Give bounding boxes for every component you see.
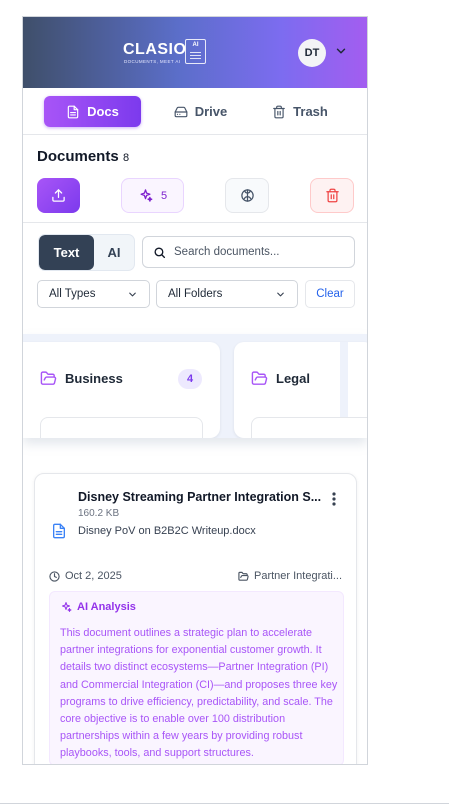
file-text-icon: [67, 105, 79, 118]
logo-ai-text: AI: [192, 42, 199, 48]
ai-analysis-label: AI Analysis: [77, 601, 136, 613]
search-box: [142, 236, 355, 268]
tab-docs[interactable]: Docs: [44, 96, 141, 127]
delete-button[interactable]: [310, 178, 354, 213]
ai-analysis-summary: This document outlines a strategic plan …: [60, 627, 338, 760]
folder-card-legal[interactable]: Legal: [234, 342, 367, 438]
document-filename: Disney PoV on B2B2C Writeup.docx: [78, 525, 256, 537]
document-date-text: Oct 2, 2025: [65, 570, 122, 582]
sparkles-icon: [62, 602, 72, 612]
folder-card-business[interactable]: Business 4: [23, 342, 220, 438]
ai-analysis-header: AI Analysis: [60, 601, 136, 613]
type-filter-select[interactable]: All Types: [37, 280, 150, 308]
file-text-icon: [53, 523, 65, 539]
ai-analysis-panel: AI Analysis This document outlines a str…: [49, 591, 344, 764]
document-folder-text: Partner Integrati...: [254, 570, 343, 582]
tab-drive-label: Drive: [194, 104, 228, 119]
brain-button[interactable]: [225, 178, 269, 213]
chevron-down-icon[interactable]: [334, 44, 348, 58]
more-vertical-icon[interactable]: [328, 491, 340, 507]
clear-filters-button[interactable]: Clear: [305, 280, 355, 308]
search-mode-toggle: Text AI: [38, 234, 135, 271]
folder-preview: [40, 417, 203, 438]
search-mode-text[interactable]: Text: [39, 235, 94, 270]
chevron-down-icon: [277, 292, 284, 297]
chevron-down-icon: [129, 292, 136, 297]
search-icon: [154, 247, 166, 259]
folder-carousel[interactable]: Business 4 Legal: [23, 334, 367, 438]
document-size: 160.2 KB: [78, 508, 120, 519]
tab-docs-label: Docs: [87, 104, 119, 119]
search-mode-ai[interactable]: AI: [94, 235, 134, 270]
tab-trash[interactable]: Trash: [263, 96, 337, 127]
divider: [23, 222, 367, 223]
app-window: CLASIO AI DOCUMENTS, MEET AI DT Docs Dri…: [22, 16, 368, 765]
type-filter-value: All Types: [49, 288, 96, 300]
folder-preview: [251, 417, 367, 438]
app-header: CLASIO AI DOCUMENTS, MEET AI DT: [23, 17, 367, 88]
logo-tagline: DOCUMENTS, MEET AI: [124, 59, 181, 64]
hard-drive-icon: [174, 106, 188, 117]
folder-filter-value: All Folders: [168, 288, 223, 300]
ai-process-button[interactable]: 5: [121, 178, 184, 213]
document-card[interactable]: Disney Streaming Partner Integration S..…: [34, 473, 357, 764]
nav-tabs: Docs Drive Trash: [23, 88, 367, 135]
document-title[interactable]: Disney Streaming Partner Integration S..…: [78, 490, 326, 504]
trash-icon: [273, 105, 285, 118]
folder-count-badge: 4: [178, 369, 202, 389]
upload-button[interactable]: [37, 178, 80, 213]
tab-drive[interactable]: Drive: [163, 96, 238, 127]
upload-icon: [52, 189, 65, 202]
trash-icon: [325, 188, 339, 203]
folder-name: Legal: [276, 371, 310, 386]
folder-open-icon: [40, 371, 57, 385]
search-input[interactable]: [174, 242, 349, 262]
sparkles-icon: [140, 189, 153, 202]
clasio-logo[interactable]: CLASIO AI DOCUMENTS, MEET AI: [123, 39, 209, 69]
logo-wordmark: CLASIO: [123, 41, 187, 58]
document-folder[interactable]: Partner Integrati...: [238, 570, 348, 582]
user-avatar[interactable]: DT: [298, 39, 326, 67]
logo-ai-badge: AI: [185, 39, 206, 64]
documents-title: Documents: [37, 148, 119, 165]
tab-trash-label: Trash: [293, 104, 328, 119]
page-divider: [0, 803, 449, 804]
folder-filter-select[interactable]: All Folders: [156, 280, 298, 308]
documents-count: 8: [123, 152, 130, 164]
folder-open-icon: [251, 371, 268, 385]
ai-process-count: 5: [160, 189, 168, 202]
folder-icon: [238, 571, 249, 581]
document-date: Oct 2, 2025: [49, 570, 122, 582]
folder-name: Business: [65, 371, 123, 386]
clock-icon: [49, 570, 60, 582]
brain-icon: [240, 189, 254, 202]
